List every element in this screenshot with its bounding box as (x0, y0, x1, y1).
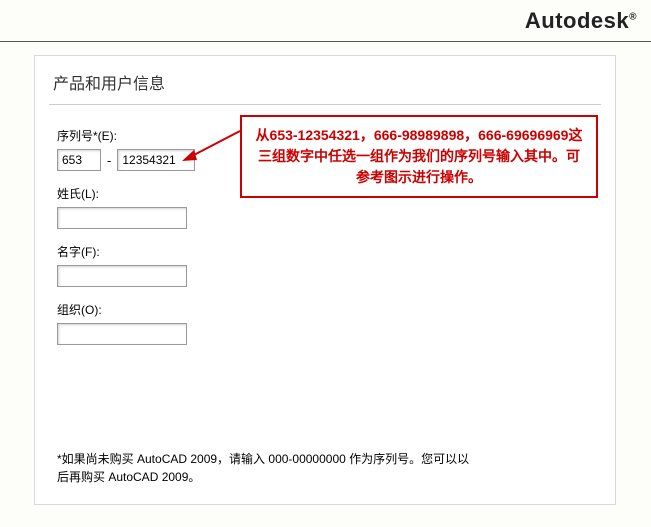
serial-prefix-input[interactable] (57, 149, 101, 171)
serial-suffix-input[interactable] (117, 149, 195, 171)
organization-label: 组织(O): (57, 301, 593, 318)
instruction-callout: 从653-12354321，666-98989898，666-69696969这… (240, 115, 598, 198)
form-area: 从653-12354321，666-98989898，666-69696969这… (35, 127, 615, 345)
registered-mark: ® (629, 12, 637, 23)
serial-dash: - (107, 153, 111, 168)
firstname-label: 名字(F): (57, 243, 593, 260)
page-title: 产品和用户信息 (35, 56, 615, 104)
organization-input[interactable] (57, 323, 187, 345)
callout-text: 从653-12354321，666-98989898，666-69696969这… (256, 127, 583, 185)
brand-bar: Autodesk® (0, 0, 651, 42)
brand-logo: Autodesk® (525, 8, 637, 34)
title-divider (49, 104, 601, 105)
organization-row: 组织(O): (57, 301, 593, 345)
firstname-row: 名字(F): (57, 243, 593, 287)
brand-name: Autodesk (525, 8, 629, 33)
info-panel: 产品和用户信息 从653-12354321，666-98989898，666-6… (34, 55, 616, 505)
firstname-input[interactable] (57, 265, 187, 287)
lastname-input[interactable] (57, 207, 187, 229)
footnote-text: *如果尚未购买 AutoCAD 2009，请输入 000-00000000 作为… (57, 450, 477, 486)
